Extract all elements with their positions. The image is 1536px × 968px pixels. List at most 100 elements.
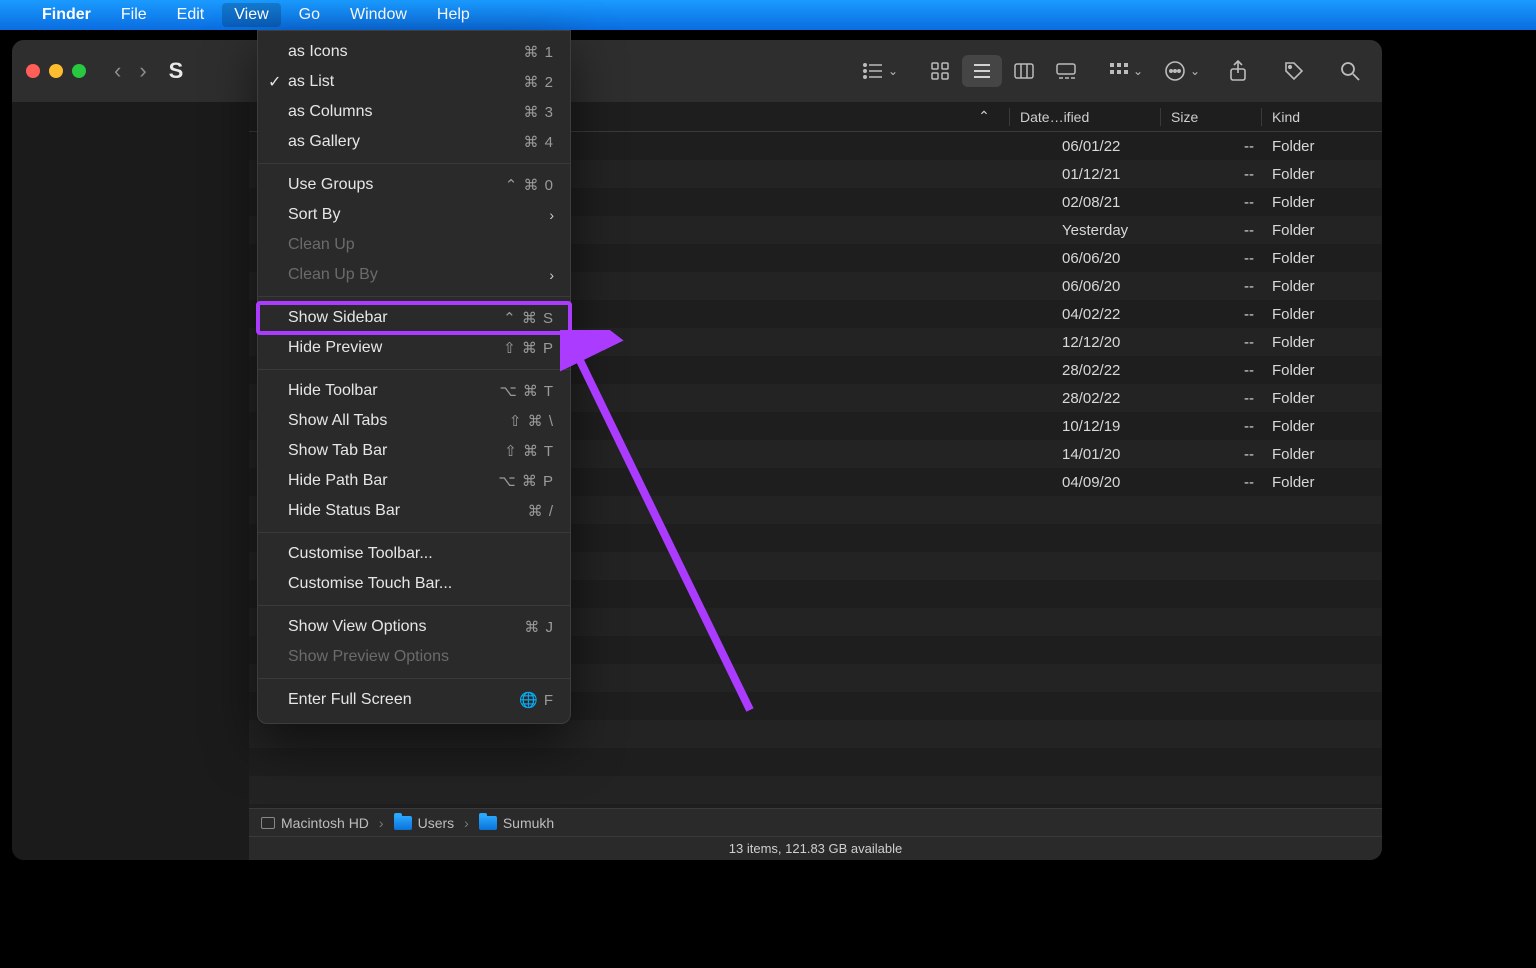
menu-item[interactable]: ✓as List⌘ 2	[258, 67, 570, 97]
forward-button[interactable]: ›	[139, 58, 146, 84]
menubar-edit[interactable]: Edit	[165, 3, 217, 27]
minimize-button[interactable]	[49, 64, 63, 78]
menu-item[interactable]: Sort By›	[258, 200, 570, 230]
menu-item[interactable]: Hide Toolbar⌥ ⌘ T	[258, 376, 570, 406]
file-date: 01/12/21	[1062, 166, 1192, 183]
menu-item-label: Use Groups	[288, 176, 373, 194]
view-mode-segment	[918, 53, 1088, 89]
menu-item[interactable]: Customise Touch Bar...	[258, 569, 570, 599]
file-kind: Folder	[1272, 222, 1382, 239]
file-kind: Folder	[1272, 278, 1382, 295]
menu-item[interactable]: Use Groups⌃ ⌘ 0	[258, 170, 570, 200]
back-button[interactable]: ‹	[114, 58, 121, 84]
menu-shortcut: ⇧ ⌘ P	[503, 339, 554, 357]
disk-icon	[261, 817, 275, 829]
menu-shortcut: ⌘ 4	[523, 133, 554, 151]
menu-item-label: Show Tab Bar	[288, 442, 387, 460]
menu-item[interactable]: Show All Tabs⇧ ⌘ \	[258, 406, 570, 436]
menu-item-label: Enter Full Screen	[288, 691, 412, 709]
tag-icon	[1283, 60, 1305, 82]
menu-item[interactable]: as Columns ⌘ 3	[258, 97, 570, 127]
window-title: S	[169, 58, 184, 84]
menu-item[interactable]: Customise Toolbar...	[258, 539, 570, 569]
menubar-view[interactable]: View	[222, 3, 280, 27]
menu-item[interactable]: Show View Options⌘ J	[258, 612, 570, 642]
menu-item-label: Hide Preview	[288, 339, 382, 357]
toolbar: ⌄ ⌄	[862, 53, 1368, 89]
file-date: 02/08/21	[1062, 194, 1192, 211]
file-date: 04/09/20	[1062, 474, 1192, 491]
menu-shortcut: ⌃ ⌘ S	[503, 309, 554, 327]
empty-row	[249, 776, 1382, 804]
macos-menubar: Finder File Edit View Go Window Help	[0, 0, 1536, 30]
list-bullets-icon	[862, 62, 884, 80]
file-kind: Folder	[1272, 390, 1382, 407]
col-size-header[interactable]: Size	[1171, 109, 1251, 125]
share-button[interactable]	[1220, 55, 1256, 87]
view-list-button[interactable]	[962, 55, 1002, 87]
menu-item-label: Sort By	[288, 206, 340, 224]
col-kind-header[interactable]: Kind	[1272, 109, 1382, 125]
path-crumb-label: Sumukh	[503, 815, 554, 831]
search-icon	[1339, 60, 1361, 82]
file-date: 04/02/22	[1062, 306, 1192, 323]
menu-item[interactable]: Enter Full Screen🌐 F	[258, 685, 570, 715]
status-bar: 13 items, 121.83 GB available	[249, 836, 1382, 860]
check-icon: ✓	[268, 72, 281, 92]
arrange-button[interactable]: ⌄	[1108, 55, 1144, 87]
tags-button[interactable]	[1276, 55, 1312, 87]
file-size: --	[1192, 334, 1272, 351]
action-button[interactable]: ⌄	[1164, 55, 1200, 87]
search-button[interactable]	[1332, 55, 1368, 87]
menu-item[interactable]: Show Tab Bar⇧ ⌘ T	[258, 436, 570, 466]
file-size: --	[1192, 446, 1272, 463]
menu-item-label: Hide Toolbar	[288, 382, 378, 400]
col-date-header[interactable]: Date…ified	[1020, 109, 1150, 125]
zoom-button[interactable]	[72, 64, 86, 78]
menu-shortcut: ⌘ 3	[523, 103, 554, 121]
menubar-app[interactable]: Finder	[30, 3, 103, 27]
sort-asc-icon[interactable]: ⌃	[969, 108, 999, 125]
sidebar	[12, 102, 249, 860]
path-crumb-root[interactable]: Macintosh HD	[261, 815, 369, 831]
file-size: --	[1192, 138, 1272, 155]
menubar-go[interactable]: Go	[287, 3, 332, 27]
menubar-file[interactable]: File	[109, 3, 159, 27]
path-bar: Macintosh HD › Users › Sumukh	[249, 808, 1382, 836]
menubar-window[interactable]: Window	[338, 3, 419, 27]
chevron-right-icon: ›	[549, 267, 554, 283]
menu-separator	[258, 532, 570, 533]
menu-item-label: Customise Touch Bar...	[288, 575, 452, 593]
path-crumb-users[interactable]: Users	[394, 815, 455, 831]
menu-item-label: Clean Up	[288, 236, 355, 254]
menu-item-label: as Columns	[288, 103, 372, 121]
file-size: --	[1192, 194, 1272, 211]
file-size: --	[1192, 418, 1272, 435]
path-crumb-current[interactable]: Sumukh	[479, 815, 554, 831]
menu-item-label: Show Preview Options	[288, 648, 449, 666]
file-date: Yesterday	[1062, 222, 1192, 239]
menu-shortcut: ⌘ J	[524, 618, 554, 636]
menu-item[interactable]: as Icons⌘ 1	[258, 37, 570, 67]
menu-item-label: as List	[288, 73, 334, 91]
menu-item[interactable]: as Gallery ⌘ 4	[258, 127, 570, 157]
menu-item[interactable]: Hide Status Bar⌘ /	[258, 496, 570, 526]
menu-shortcut: ⌥ ⌘ P	[498, 472, 554, 490]
file-size: --	[1192, 306, 1272, 323]
file-date: 06/01/22	[1062, 138, 1192, 155]
view-columns-button[interactable]	[1004, 55, 1044, 87]
menu-item-label: as Gallery	[288, 133, 360, 151]
menu-item-label: as Icons	[288, 43, 348, 61]
view-icons-button[interactable]	[920, 55, 960, 87]
close-button[interactable]	[26, 64, 40, 78]
menubar-help[interactable]: Help	[425, 3, 482, 27]
menu-item[interactable]: Show Sidebar⌃ ⌘ S	[258, 303, 570, 333]
file-date: 14/01/20	[1062, 446, 1192, 463]
window-titlebar: ‹ › S ⌄	[12, 40, 1382, 102]
menu-item[interactable]: Hide Path Bar⌥ ⌘ P	[258, 466, 570, 496]
file-kind: Folder	[1272, 474, 1382, 491]
menu-item[interactable]: Hide Preview ⇧ ⌘ P	[258, 333, 570, 363]
file-kind: Folder	[1272, 306, 1382, 323]
group-by-button[interactable]: ⌄	[862, 55, 898, 87]
view-gallery-button[interactable]	[1046, 55, 1086, 87]
